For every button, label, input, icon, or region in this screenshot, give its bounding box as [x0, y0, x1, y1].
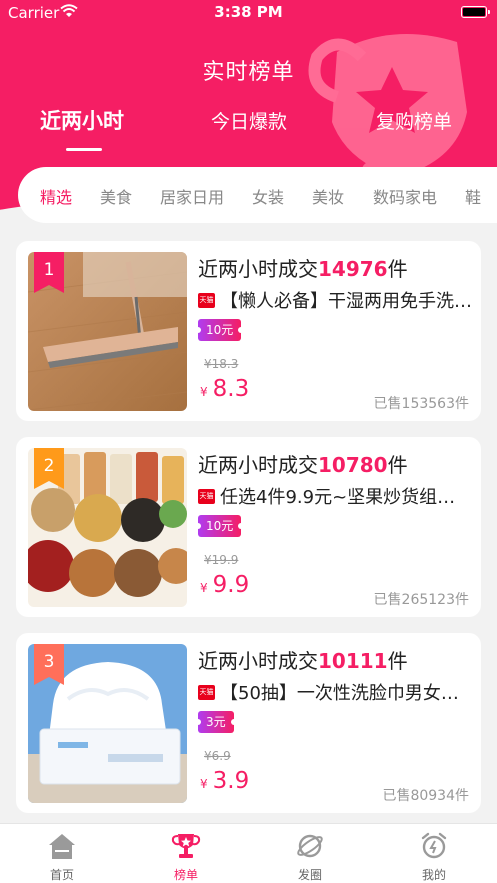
original-price: ¥18.3 — [204, 357, 239, 371]
tabbar-home[interactable]: 首页 — [0, 824, 124, 883]
tab-recent-two-hours[interactable]: 近两小时 — [40, 105, 124, 135]
tmall-icon: 天猫 — [198, 685, 215, 700]
original-price: ¥6.9 — [204, 749, 231, 763]
product-card[interactable]: 2 近两小时成交10780件 天猫 任选4件9.9元~坚果炒货组合装 10元 ¥… — [16, 437, 481, 617]
current-price: ¥8.3 — [200, 376, 249, 402]
category-food[interactable]: 美食 — [100, 184, 132, 208]
tabbar-mine[interactable]: 我的 — [372, 824, 496, 883]
price-amount: 8.3 — [212, 376, 250, 402]
original-price: ¥19.9 — [204, 553, 239, 567]
ranking-tabs: 近两小时 今日爆款 复购榜单 — [0, 105, 497, 155]
deal-count: 10111 — [318, 649, 388, 673]
category-featured[interactable]: 精选 — [40, 184, 72, 208]
sold-count: 已售153563件 — [373, 396, 469, 412]
product-title[interactable]: 任选4件9.9元~坚果炒货组合装 — [220, 483, 472, 509]
product-title[interactable]: 【懒人必备】干湿两用免手洗平板拖把 — [220, 287, 472, 313]
product-card[interactable]: 3 近两小时成交10111件 天猫 【50抽】一次性洗脸巾男女通用 3元 ¥6.… — [16, 633, 481, 813]
rank-number: 1 — [43, 260, 55, 280]
home-icon — [49, 834, 75, 859]
tabbar-share-circle[interactable]: 发圈 — [248, 824, 372, 883]
deal-count: 10780 — [318, 453, 388, 477]
category-bar[interactable]: 精选 美食 居家日用 女装 美妆 数码家电 鞋 — [18, 167, 497, 223]
deal-suffix: 件 — [387, 649, 408, 673]
tab-repurchase[interactable]: 复购榜单 — [376, 107, 452, 134]
deal-suffix: 件 — [387, 257, 408, 281]
deal-suffix: 件 — [387, 453, 408, 477]
price-amount: 9.9 — [212, 572, 250, 598]
deal-count: 14976 — [318, 257, 388, 281]
coupon-badge: 3元 — [195, 711, 237, 733]
current-price: ¥9.9 — [200, 572, 249, 598]
product-image: 2 — [28, 448, 187, 607]
tab-today-hot[interactable]: 今日爆款 — [211, 107, 287, 134]
category-electronics[interactable]: 数码家电 — [373, 184, 437, 208]
sold-count: 已售265123件 — [373, 592, 469, 608]
current-price: ¥3.9 — [200, 768, 249, 794]
product-title[interactable]: 【50抽】一次性洗脸巾男女通用 — [220, 679, 472, 705]
tmall-icon: 天猫 — [198, 489, 215, 504]
tabbar-label: 首页 — [49, 868, 74, 882]
trophy-icon — [171, 834, 201, 858]
category-womens[interactable]: 女装 — [252, 184, 284, 208]
battery-icon — [461, 6, 490, 18]
tabbar-label: 我的 — [421, 868, 446, 882]
rank-number: 2 — [43, 456, 55, 476]
tabbar-ranking[interactable]: 榜单 — [124, 824, 248, 883]
tabbar-label: 榜单 — [173, 868, 198, 882]
product-image: 1 — [28, 252, 187, 411]
deal-prefix: 近两小时成交 — [198, 257, 318, 281]
deal-count-line: 近两小时成交14976件 — [198, 253, 408, 282]
product-card[interactable]: 1 近两小时成交14976件 天猫 【懒人必备】干湿两用免手洗平板拖把 10元 … — [16, 241, 481, 421]
rank-number: 3 — [43, 652, 55, 672]
planet-icon — [297, 834, 323, 858]
currency-symbol: ¥ — [200, 581, 208, 595]
deal-prefix: 近两小时成交 — [198, 649, 318, 673]
category-shoes[interactable]: 鞋 — [465, 184, 481, 208]
page-title: 实时榜单 — [202, 60, 295, 85]
sold-count: 已售80934件 — [382, 788, 469, 804]
coupon-badge: 10元 — [194, 319, 245, 341]
deal-count-line: 近两小时成交10780件 — [198, 449, 408, 478]
clock-time: 3:38 PM — [214, 3, 283, 21]
tmall-icon: 天猫 — [198, 293, 215, 308]
bottom-tab-bar: 首页 榜单 发圈 我的 — [0, 823, 497, 883]
product-image: 3 — [28, 644, 187, 803]
currency-symbol: ¥ — [200, 385, 208, 399]
currency-symbol: ¥ — [200, 777, 208, 791]
coupon-badge: 10元 — [194, 515, 245, 537]
trophy-decoration-icon — [308, 34, 467, 186]
alarm-clock-icon — [421, 832, 447, 859]
active-tab-indicator — [66, 148, 102, 151]
price-amount: 3.9 — [212, 768, 250, 794]
deal-prefix: 近两小时成交 — [198, 453, 318, 477]
tabbar-label: 发圈 — [297, 868, 322, 882]
category-home[interactable]: 居家日用 — [160, 184, 224, 208]
status-bar: Carrier 3:38 PM — [0, 0, 497, 26]
category-beauty[interactable]: 美妆 — [312, 184, 344, 208]
deal-count-line: 近两小时成交10111件 — [198, 645, 408, 674]
